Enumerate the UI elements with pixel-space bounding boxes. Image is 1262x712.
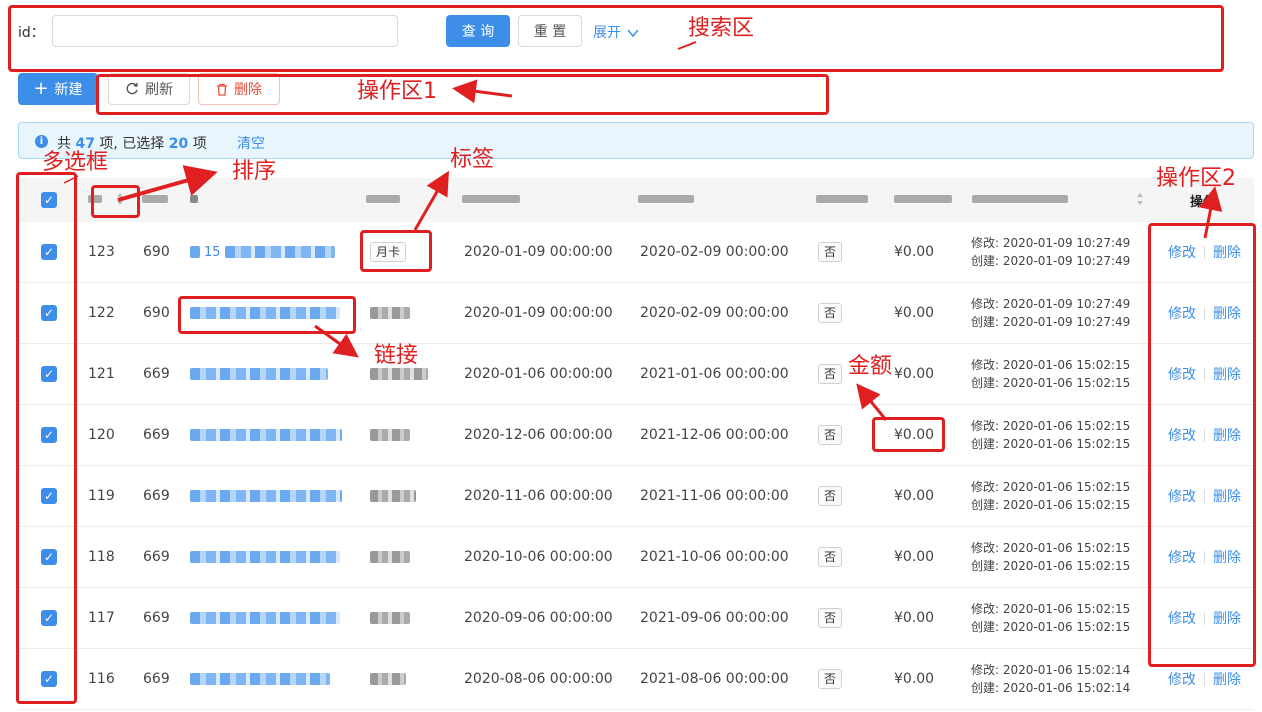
arrow-link [314,324,359,358]
arrow-amount [856,383,888,421]
arrow-action-2 [1198,186,1223,239]
arrow-action-1 [452,79,513,104]
arrow-search [677,41,697,50]
annotation-arrows [63,41,1223,421]
arrow-tag [413,170,449,231]
arrow-sort [117,165,218,202]
arrow-multi-select [63,175,79,184]
